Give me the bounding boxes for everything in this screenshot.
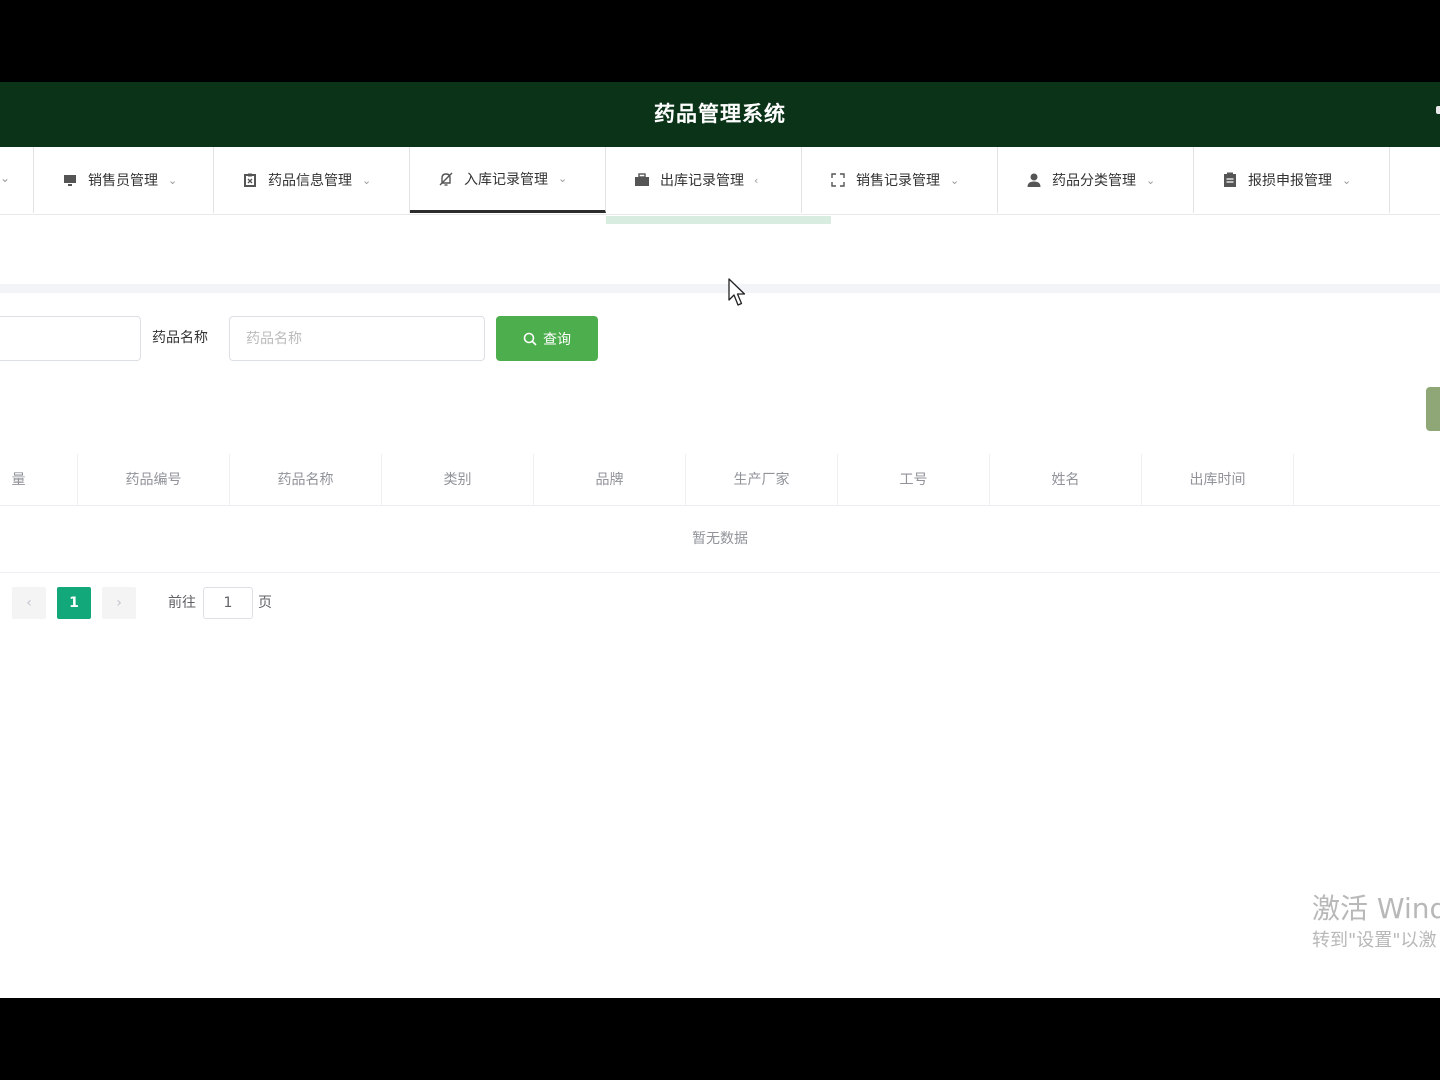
column-header[interactable]: 品牌: [534, 454, 686, 506]
document-icon: [1222, 172, 1238, 188]
goto-label: 前往: [168, 595, 196, 611]
table-header: 量 药品编号 药品名称 类别 品牌 生产厂家 工号 姓名 出库时间: [0, 454, 1440, 506]
column-header[interactable]: 量: [0, 454, 78, 506]
section-divider: [0, 284, 1440, 293]
nav-item-label: 入库记录管理: [464, 171, 548, 188]
app-header: 药品管理系统: [0, 82, 1440, 147]
column-header[interactable]: 出库时间: [1142, 454, 1294, 506]
column-header[interactable]: 药品名称: [230, 454, 382, 506]
monitor-icon: [62, 172, 78, 188]
column-header[interactable]: 药品编号: [78, 454, 230, 506]
nav-item-label: 报损申报管理: [1248, 173, 1332, 189]
nav-item-salesperson[interactable]: 销售员管理 ⌄: [34, 147, 214, 213]
top-nav: ⌄ 销售员管理 ⌄ 药品信息管理 ⌄ 入库记录管理 ⌄ 出库记录管理 ‹ 销售记…: [0, 147, 1440, 215]
filter-input-truncated[interactable]: [0, 316, 141, 361]
query-button[interactable]: 查询: [496, 316, 598, 361]
nav-item-label: 出库记录管理: [660, 173, 744, 189]
page-number-current[interactable]: 1: [57, 587, 91, 619]
app-title: 药品管理系统: [654, 102, 786, 126]
loading-indicator: [606, 216, 831, 224]
search-form: 药品名称 查询: [0, 316, 1440, 362]
clipboard-icon: [242, 172, 258, 188]
chevron-down-icon: ⌄: [1342, 173, 1352, 187]
chevron-down-icon: ⌄: [362, 173, 372, 187]
table-empty-row: 暂无数据: [0, 506, 1440, 573]
chevron-left-icon: ‹: [26, 595, 32, 611]
chevron-right-icon: ›: [116, 595, 122, 611]
chevron-down-icon: ⌄: [168, 173, 178, 187]
empty-text: 暂无数据: [692, 531, 748, 547]
search-icon: [523, 332, 537, 346]
prev-page-button[interactable]: ‹: [12, 587, 46, 619]
watermark-line1: 激活 Wind: [1312, 892, 1440, 925]
watermark-line2: 转到"设置"以激: [1312, 930, 1437, 951]
nav-item-loss-report[interactable]: 报损申报管理 ⌄: [1194, 147, 1390, 213]
nav-item-sales-records[interactable]: 销售记录管理 ⌄: [802, 147, 998, 213]
nav-item-label: 销售记录管理: [856, 173, 940, 189]
chevron-down-icon: ⌄: [1146, 173, 1156, 187]
header-edge-control[interactable]: [1436, 106, 1440, 114]
nav-item-label: 药品分类管理: [1052, 173, 1136, 189]
column-header[interactable]: 工号: [838, 454, 990, 506]
briefcase-icon: [634, 172, 650, 188]
chevron-down-icon: ⌄: [558, 172, 568, 185]
chevron-down-icon: ⌄: [950, 173, 960, 187]
drug-name-label: 药品名称: [152, 330, 208, 346]
column-header[interactable]: 生产厂家: [686, 454, 838, 506]
bell-off-icon: [438, 171, 454, 187]
records-table: 量 药品编号 药品名称 类别 品牌 生产厂家 工号 姓名 出库时间 暂无数据: [0, 454, 1440, 573]
side-action-button[interactable]: [1426, 387, 1440, 431]
letterbox-top: [0, 0, 1440, 82]
nav-item-truncated[interactable]: ⌄: [0, 147, 34, 213]
nav-item-drug-info[interactable]: 药品信息管理 ⌄: [214, 147, 410, 213]
chevron-down-icon: ⌄: [0, 171, 11, 185]
nav-item-label: 药品信息管理: [268, 173, 352, 189]
chevron-left-icon: ‹: [754, 173, 759, 187]
nav-item-outbound-records[interactable]: 出库记录管理 ‹: [606, 147, 802, 213]
drug-name-input[interactable]: [229, 316, 485, 361]
nav-item-label: 销售员管理: [88, 173, 158, 189]
nav-item-inbound-records[interactable]: 入库记录管理 ⌄: [410, 147, 606, 213]
query-button-label: 查询: [543, 330, 571, 347]
column-header[interactable]: 姓名: [990, 454, 1142, 506]
fullscreen-icon: [830, 172, 846, 188]
next-page-button[interactable]: ›: [102, 587, 136, 619]
os-activation-watermark: 激活 Wind 转到"设置"以激: [1312, 890, 1440, 954]
goto-page-input[interactable]: [203, 587, 253, 619]
nav-item-drug-category[interactable]: 药品分类管理 ⌄: [998, 147, 1194, 213]
column-header[interactable]: 类别: [382, 454, 534, 506]
mouse-cursor-icon: [728, 278, 746, 306]
app-window: 药品管理系统 ⌄ 销售员管理 ⌄ 药品信息管理 ⌄ 入库记录管理 ⌄ 出库记录管…: [0, 82, 1440, 998]
user-icon: [1026, 172, 1042, 188]
pagination: ‹ 1 › 前往 页: [0, 585, 600, 619]
page-suffix-label: 页: [258, 595, 272, 611]
letterbox-bottom: [0, 998, 1440, 1080]
